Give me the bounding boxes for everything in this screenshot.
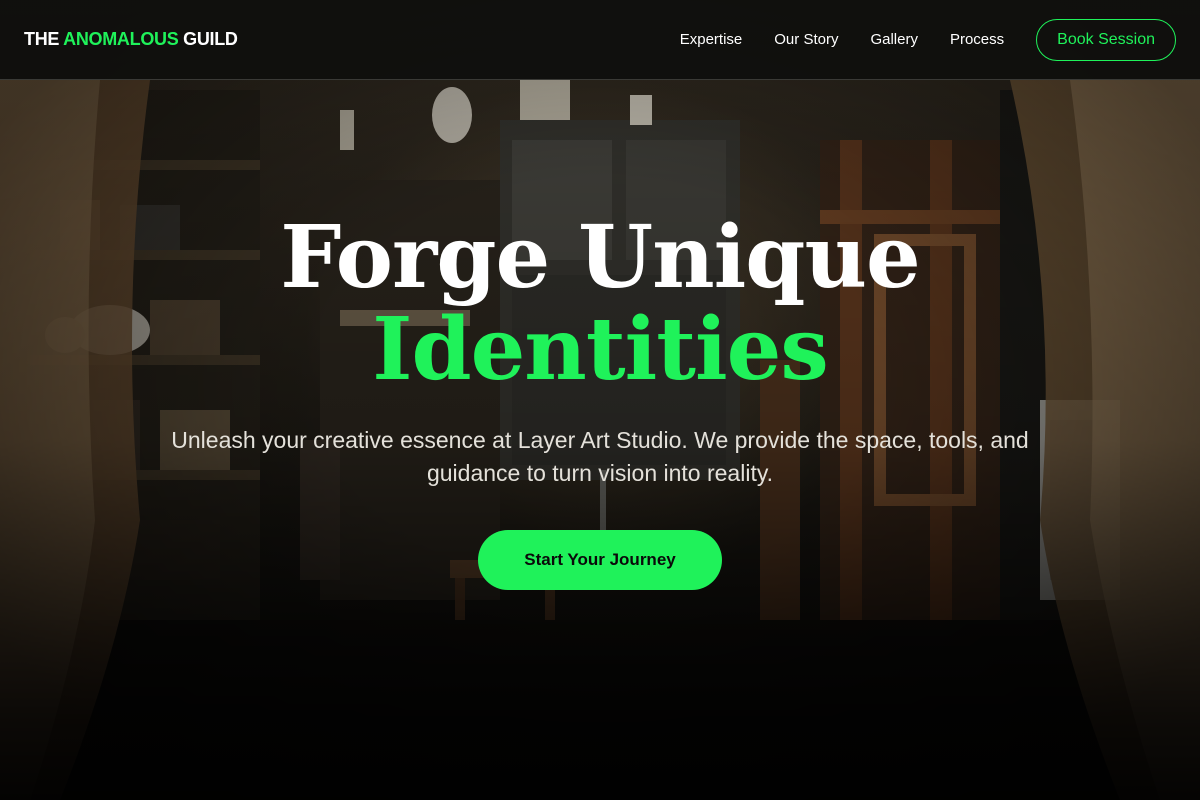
brand-prefix: THE bbox=[24, 29, 64, 49]
hero-subtitle: Unleash your creative essence at Layer A… bbox=[171, 427, 1029, 486]
start-journey-button[interactable]: Start Your Journey bbox=[478, 530, 722, 590]
nav-links: Expertise Our Story Gallery Process Book… bbox=[680, 18, 1176, 61]
nav-link-gallery[interactable]: Gallery bbox=[870, 31, 918, 48]
nav-link-our-story[interactable]: Our Story bbox=[774, 31, 838, 48]
navbar: THE ANOMALOUS GUILD Expertise Our Story … bbox=[0, 0, 1200, 80]
nav-link-expertise[interactable]: Expertise bbox=[680, 31, 743, 48]
brand-accent: ANOMALOUS bbox=[63, 29, 179, 49]
hero-title-line2: Identities bbox=[372, 299, 829, 400]
hero-title-line1: Forge Unique bbox=[280, 207, 920, 308]
nav-link-process[interactable]: Process bbox=[950, 31, 1004, 48]
landing-page: THE ANOMALOUS GUILD Expertise Our Story … bbox=[0, 0, 1200, 800]
brand-logo[interactable]: THE ANOMALOUS GUILD bbox=[24, 29, 238, 50]
book-session-button[interactable]: Book Session bbox=[1036, 18, 1176, 61]
hero-section: Forge Unique Identities Unleash your cre… bbox=[0, 0, 1200, 800]
brand-suffix: GUILD bbox=[178, 29, 238, 49]
hero-title: Forge Unique Identities bbox=[0, 212, 1200, 396]
